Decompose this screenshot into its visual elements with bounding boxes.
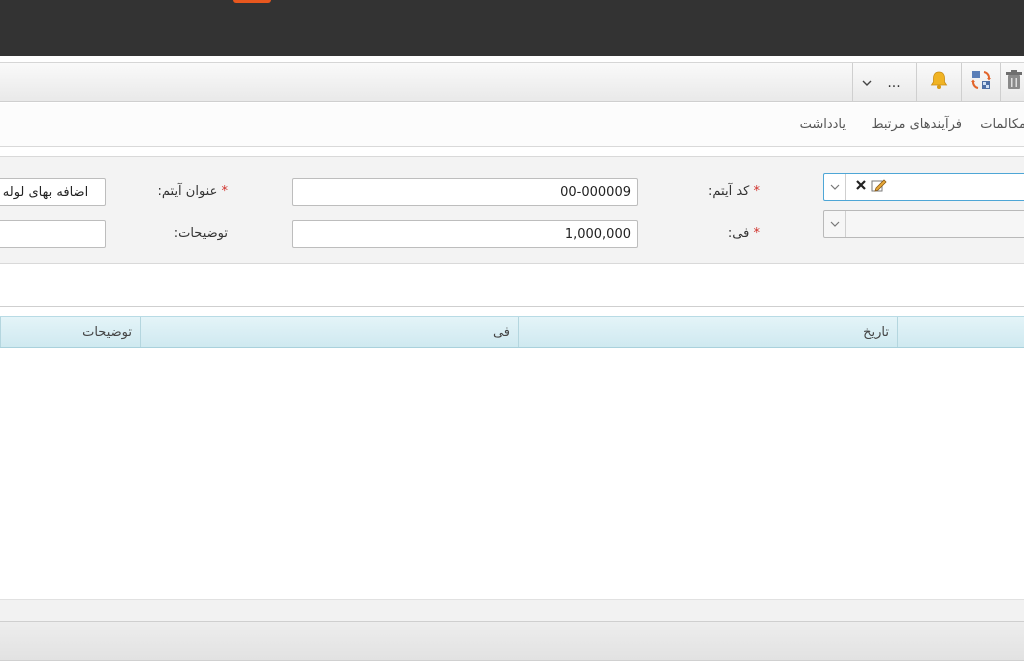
required-mark: * bbox=[221, 184, 229, 199]
item-code-label: * کد آیتم: bbox=[708, 184, 760, 199]
edit-icon[interactable] bbox=[871, 178, 887, 196]
required-mark: * bbox=[753, 184, 761, 199]
item-form-panel: * کد آیتم: 00-000009 * فی: 1,000,000 * ع… bbox=[0, 156, 1024, 264]
grid-body bbox=[0, 306, 1024, 600]
clear-icon[interactable] bbox=[855, 179, 867, 195]
chevron-down-icon[interactable] bbox=[824, 174, 846, 200]
switch-button[interactable] bbox=[962, 63, 1000, 101]
trash-icon bbox=[1005, 70, 1023, 94]
description-label: توضیحات: bbox=[173, 226, 228, 241]
fee-label: * فی: bbox=[727, 226, 761, 241]
delete-button[interactable] bbox=[1004, 63, 1024, 101]
app-header bbox=[0, 0, 1024, 56]
grid-column-description[interactable]: توضیحات bbox=[0, 317, 140, 347]
grid-column-header[interactable] bbox=[897, 317, 1024, 347]
description-field[interactable] bbox=[0, 220, 106, 248]
pager-bar bbox=[0, 621, 1024, 661]
required-mark: * bbox=[753, 226, 761, 241]
fee-field[interactable]: 1,000,000 bbox=[292, 220, 638, 248]
item-title-field[interactable]: اضافه بهای لوله گ bbox=[0, 178, 106, 206]
chevron-down-icon[interactable] bbox=[824, 211, 846, 237]
grid-footer bbox=[0, 599, 1024, 621]
more-icon: ... bbox=[887, 75, 901, 91]
chevron-down-icon bbox=[862, 75, 872, 90]
tab-bar: مکالمات فرآیندهای مرتبط یادداشت bbox=[0, 103, 1024, 147]
item-title-label: * عنوان آیتم: bbox=[157, 184, 228, 199]
item-lookup-combo[interactable] bbox=[823, 173, 1024, 201]
dropdown-button[interactable] bbox=[856, 63, 878, 101]
tab-related-processes[interactable]: فرآیندهای مرتبط bbox=[871, 117, 962, 132]
refresh-swap-icon bbox=[970, 69, 992, 95]
toolbar: ... bbox=[0, 62, 1024, 102]
bell-icon bbox=[929, 70, 949, 94]
notification-button[interactable] bbox=[918, 63, 960, 101]
tab-conversations[interactable]: مکالمات bbox=[980, 117, 1024, 132]
grid-column-fee[interactable]: فی bbox=[140, 317, 518, 347]
tab-notes[interactable]: یادداشت bbox=[800, 117, 846, 132]
header-accent-tab[interactable] bbox=[233, 0, 271, 3]
secondary-combo[interactable] bbox=[823, 210, 1024, 238]
more-button[interactable]: ... bbox=[876, 63, 912, 101]
item-code-field[interactable]: 00-000009 bbox=[292, 178, 638, 206]
grid-column-date[interactable]: تاریخ bbox=[518, 317, 897, 347]
grid-header: تاریخ فی توضیحات bbox=[0, 316, 1024, 348]
